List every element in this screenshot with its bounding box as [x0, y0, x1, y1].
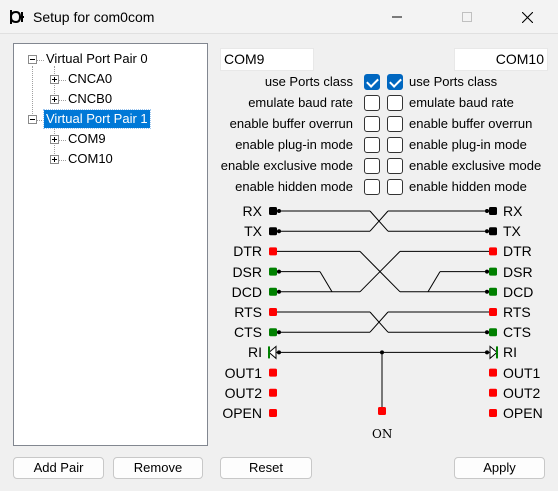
signal-led-left-ri	[268, 346, 270, 359]
signal-label-left-tx: TX	[244, 223, 262, 240]
signal-label-left-out1: OUT1	[224, 364, 262, 381]
signal-led-left-rts	[269, 308, 277, 316]
junction-dot	[485, 269, 489, 274]
signal-label-right-dtr: DTR	[503, 243, 532, 260]
signal-label-left-dsr: DSR	[232, 263, 262, 280]
signal-led-left-cts	[269, 328, 277, 337]
ri-arrow-left-icon	[268, 345, 277, 360]
signal-label-right-out1: OUT1	[503, 364, 541, 381]
junction-dot	[485, 330, 489, 335]
signal-led-left-out1	[269, 368, 277, 377]
remove-button[interactable]: Remove	[113, 457, 203, 479]
signal-label-right-out2: OUT2	[503, 384, 541, 401]
signal-led-left-tx	[269, 227, 277, 236]
on-led	[378, 407, 386, 415]
signal-led-right-open	[489, 409, 497, 417]
junction-dot	[380, 350, 384, 355]
signal-led-right-cts	[489, 328, 497, 337]
signal-label-left-ri: RI	[248, 344, 262, 361]
signal-led-left-open	[269, 409, 277, 417]
signal-led-left-out2	[269, 388, 277, 397]
signal-label-left-rts: RTS	[234, 304, 262, 320]
ri-arrow-right-icon	[489, 345, 498, 360]
signal-label-left-out2: OUT2	[224, 384, 262, 401]
signal-diagram	[268, 207, 498, 417]
signal-label-right-rx: RX	[503, 203, 523, 219]
junction-dot	[277, 269, 281, 274]
signal-label-right-tx: TX	[503, 223, 521, 240]
signal-led-right-rts	[489, 308, 497, 316]
signal-label-right-rts: RTS	[503, 304, 531, 320]
dsr-dcd-link	[319, 271, 333, 293]
junction-dot	[277, 350, 281, 355]
signal-label-left-rx: RX	[242, 203, 262, 219]
signal-label-right-dsr: DSR	[503, 263, 533, 280]
signal-label-right-dcd: DCD	[503, 283, 534, 300]
apply-button[interactable]: Apply	[454, 457, 545, 479]
signal-label-left-dcd: DCD	[231, 283, 262, 300]
junction-dot	[485, 229, 489, 234]
junction-dot	[277, 209, 281, 213]
junction-dot	[485, 350, 489, 355]
junction-dot	[485, 289, 489, 294]
reset-button[interactable]: Reset	[220, 457, 312, 479]
signal-led-right-out1	[489, 368, 497, 377]
signal-led-right-tx	[489, 227, 497, 236]
signal-led-right-dcd	[489, 287, 497, 296]
junction-dot	[277, 229, 281, 234]
signal-label-left-open: OPEN	[222, 405, 262, 421]
signal-led-left-dsr	[269, 267, 277, 276]
signal-led-right-ri	[496, 346, 498, 359]
signal-led-right-out2	[489, 388, 497, 397]
on-label: ON	[372, 427, 393, 441]
signal-led-right-dtr	[489, 247, 497, 256]
junction-dot	[485, 209, 489, 213]
signal-led-right-rx	[489, 207, 497, 215]
signal-label-left-cts: CTS	[234, 324, 262, 341]
signal-label-left-dtr: DTR	[233, 243, 262, 260]
signal-label-right-open: OPEN	[503, 405, 543, 421]
add-pair-button[interactable]: Add Pair	[13, 457, 104, 479]
junction-dot	[277, 330, 281, 335]
signal-led-left-dtr	[269, 247, 277, 256]
dsr-dcd-link-right	[427, 271, 441, 293]
signal-led-right-dsr	[489, 267, 497, 276]
junction-dot	[277, 289, 281, 294]
signal-label-right-ri: RI	[503, 344, 517, 361]
signal-led-left-dcd	[269, 287, 277, 296]
signal-label-right-cts: CTS	[503, 324, 531, 341]
signal-led-left-rx	[269, 207, 277, 215]
